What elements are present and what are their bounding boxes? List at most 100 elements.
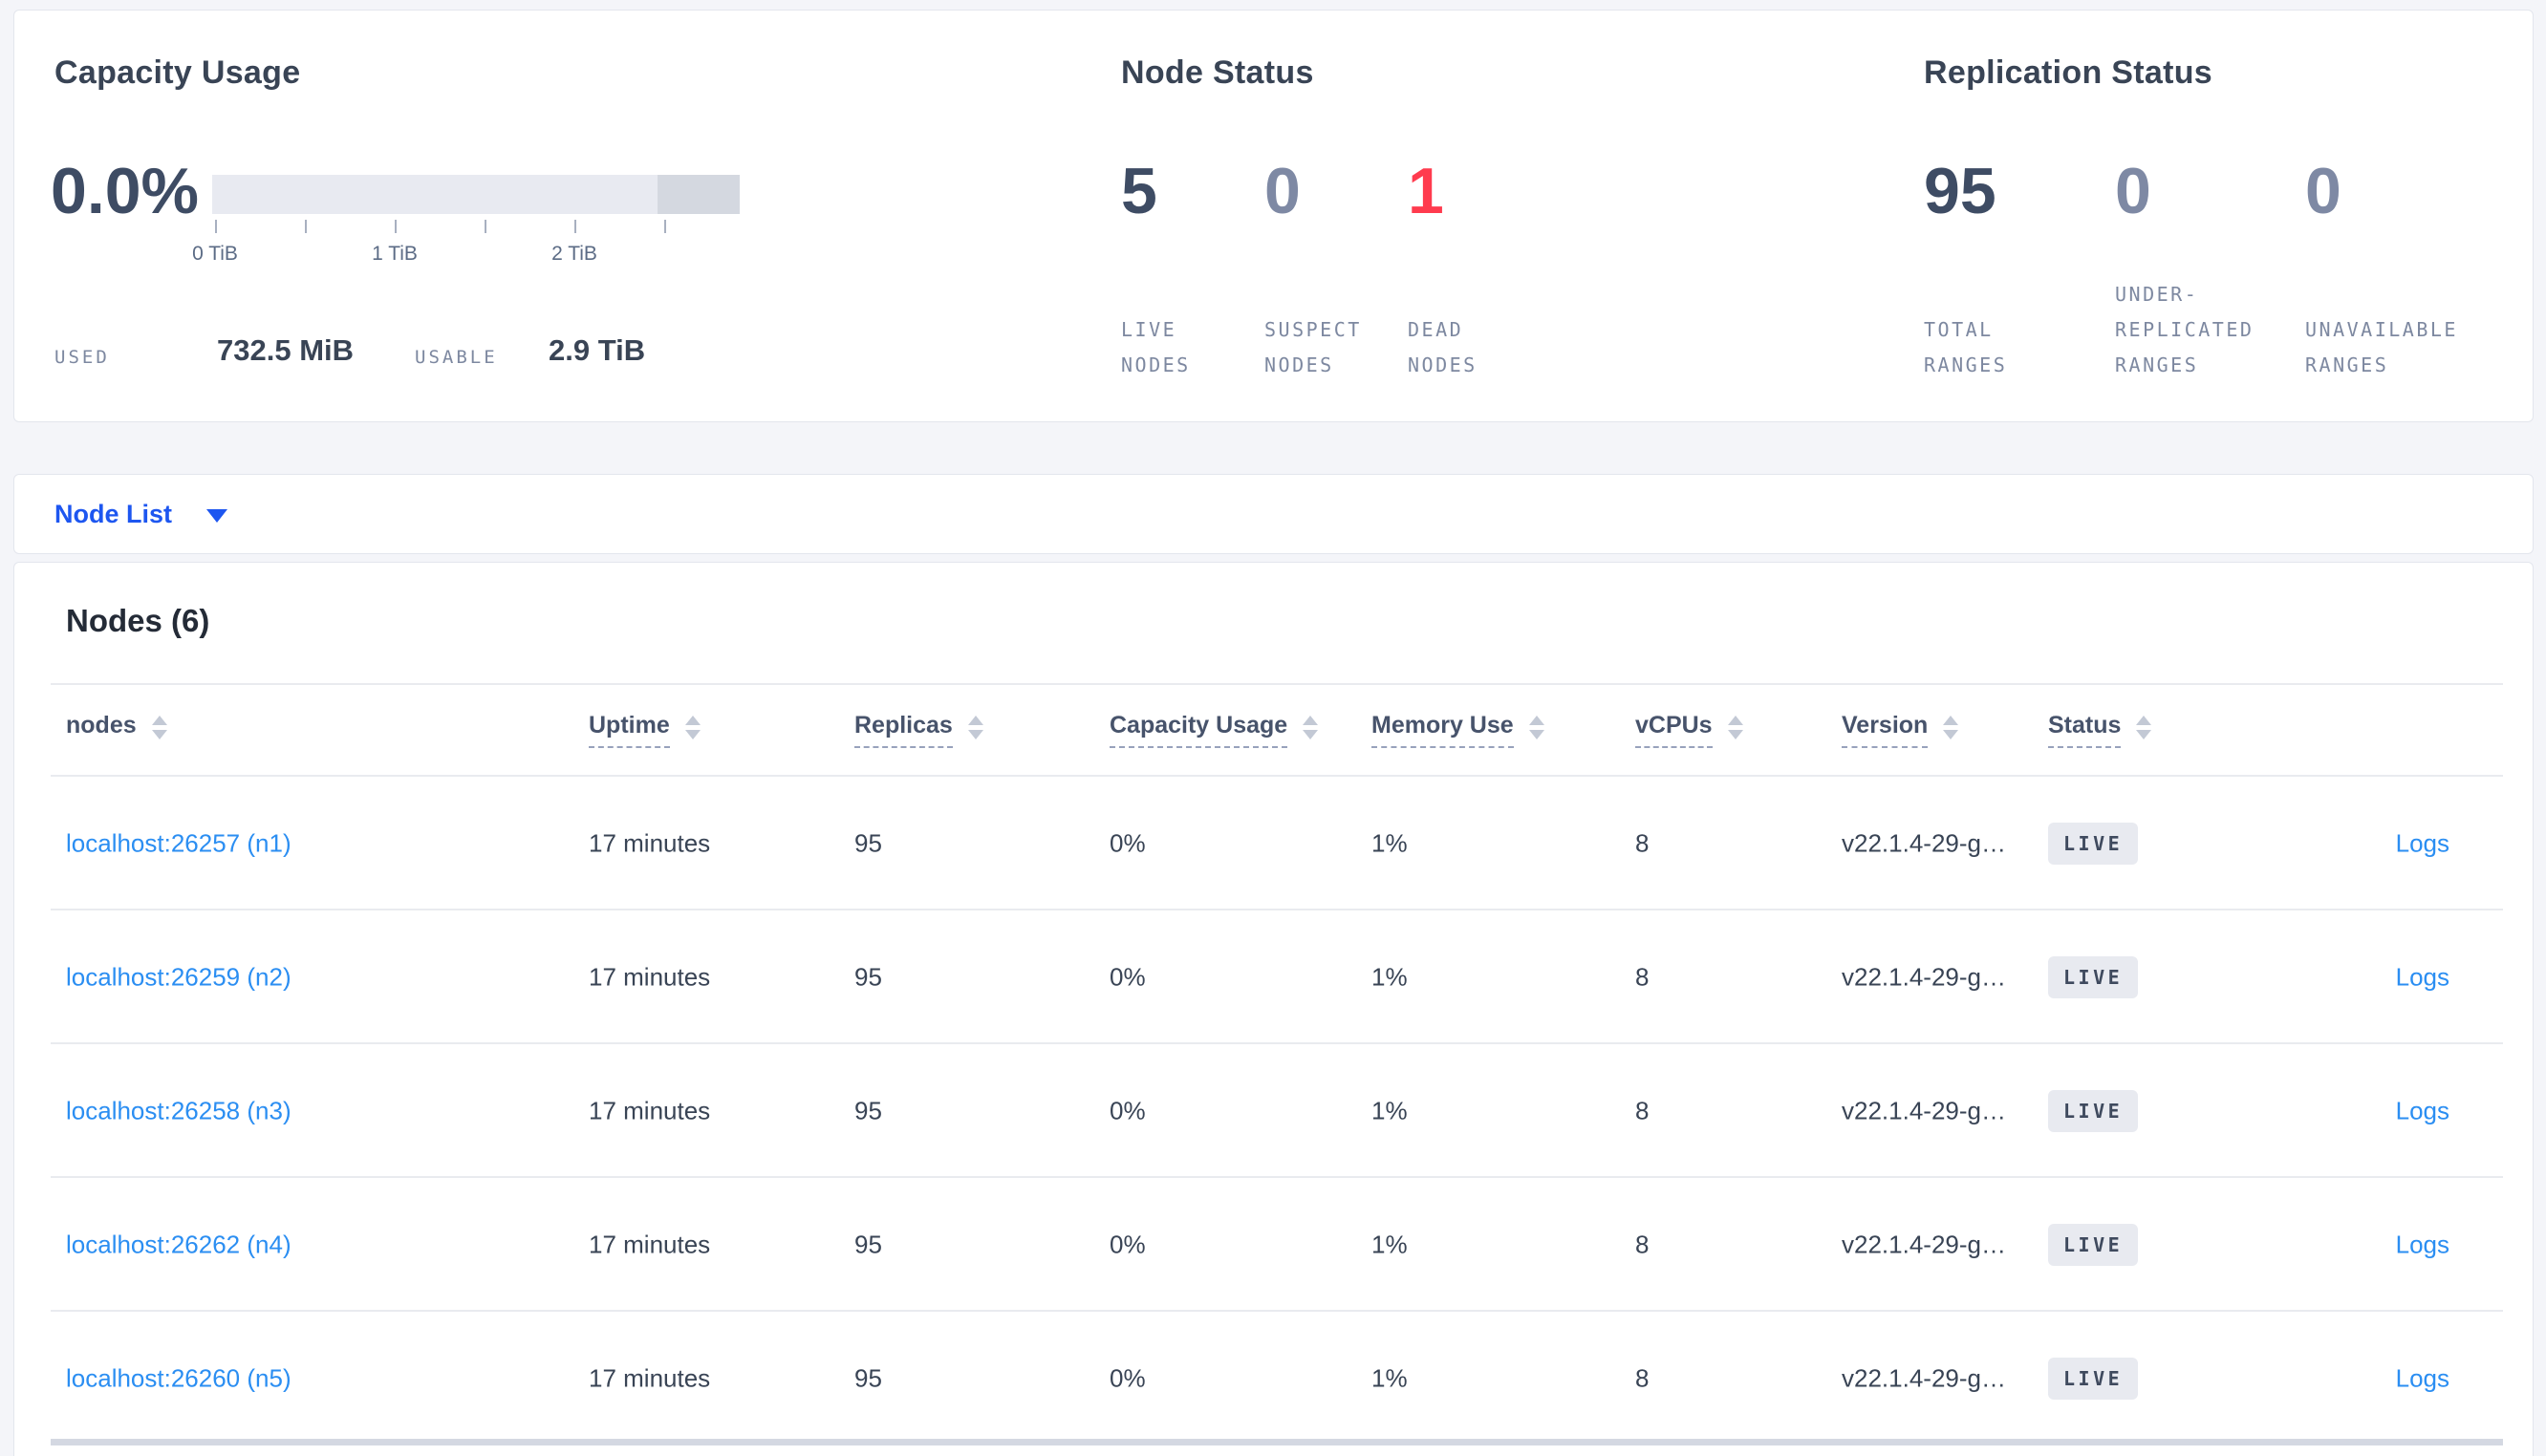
status-badge: LIVE (2048, 956, 2139, 998)
column-header-label: Version (1842, 712, 1929, 748)
column-header-label: Uptime (589, 712, 670, 748)
uptime-cell: 17 minutes (589, 1096, 711, 1125)
usable-label: USABLE (415, 347, 498, 368)
stat-label: SUSPECT NODES (1264, 318, 1362, 376)
capacity-usage-title: Capacity Usage (54, 54, 301, 91)
column-header-memory[interactable]: Memory Use (1371, 685, 1544, 775)
status-badge: LIVE (2048, 1358, 2139, 1400)
capacity-bar-chart (212, 175, 740, 214)
axis-tick-label: 1 TiB (372, 243, 418, 265)
column-header-vcpus[interactable]: vCPUs (1635, 685, 1743, 775)
table-row: localhost:26258 (n3) 17 minutes 95 0% 1% 8 v22… (14, 1044, 2533, 1178)
memory-cell: 1% (1371, 1363, 1408, 1393)
axis-tick-label: 0 TiB (192, 243, 238, 265)
table-body: localhost:26257 (n1) 17 minutes 95 0% 1% 8 v22… (14, 777, 2533, 1445)
memory-cell: 1% (1371, 828, 1408, 858)
version-cell: v22.1.4-29-g… (1842, 1363, 2006, 1393)
stat-label: UNAVAILABLE RANGES (2305, 318, 2458, 376)
column-header-uptime[interactable]: Uptime (589, 685, 701, 775)
column-header-label: Memory Use (1371, 712, 1514, 748)
stat-label: LIVE NODES (1121, 318, 1191, 376)
usable-value: 2.9 TiB (549, 333, 646, 367)
vcpus-cell: 8 (1635, 1096, 1650, 1125)
sort-ascending-icon (2136, 716, 2152, 725)
column-header-label: vCPUs (1635, 712, 1713, 748)
logs-link[interactable]: Logs (2396, 963, 2449, 993)
node-link[interactable]: localhost:26262 (n4) (66, 1231, 291, 1260)
node-link[interactable]: localhost:26260 (n5) (66, 1364, 291, 1394)
stat-label: UNDER- REPLICATED RANGES (2115, 283, 2255, 376)
capacity-cell: 0% (1110, 828, 1146, 858)
replicas-cell: 95 (854, 1096, 882, 1125)
node-link[interactable]: localhost:26257 (n1) (66, 829, 291, 859)
table-row: localhost:26262 (n4) 17 minutes 95 0% 1% 8 v22… (14, 1178, 2533, 1312)
replicas-cell: 95 (854, 828, 882, 858)
sort-icon (2136, 716, 2152, 744)
sort-icon (151, 716, 167, 744)
stat-value: 0 (2115, 155, 2151, 227)
logs-link[interactable]: Logs (2396, 1097, 2449, 1126)
sort-descending-icon (1727, 730, 1743, 739)
sort-icon (1528, 716, 1544, 744)
chevron-down-icon (206, 509, 228, 523)
memory-cell: 1% (1371, 1230, 1408, 1259)
capacity-cell: 0% (1110, 962, 1146, 992)
version-cell: v22.1.4-29-g… (1842, 1096, 2006, 1125)
replicas-cell: 95 (854, 1363, 882, 1393)
capacity-used-percent: 0.0% (51, 155, 199, 227)
logs-link[interactable]: Logs (2396, 1231, 2449, 1260)
stat-value: 1 (1408, 155, 1444, 227)
column-header-nodes[interactable]: nodes (66, 685, 167, 775)
vcpus-cell: 8 (1635, 828, 1650, 858)
axis-tick (395, 220, 397, 233)
status-cell: LIVE (2048, 823, 2139, 865)
node-list-dropdown-label: Node List (54, 499, 173, 528)
cluster-summary-card: Capacity Usage Node Status Replication S… (13, 10, 2534, 422)
logs-link[interactable]: Logs (2396, 829, 2449, 859)
node-status-title: Node Status (1121, 54, 1314, 91)
capacity-bar-ticks: 0 TiB 1 TiB 2 TiB (192, 220, 766, 287)
sort-icon (684, 716, 701, 744)
node-link[interactable]: localhost:26259 (n2) (66, 963, 291, 993)
version-cell: v22.1.4-29-g… (1842, 962, 2006, 992)
sort-descending-icon (1528, 730, 1544, 739)
sort-descending-icon (1943, 730, 1959, 739)
sort-ascending-icon (151, 716, 167, 725)
sort-descending-icon (684, 730, 701, 739)
capacity-cell: 0% (1110, 1230, 1146, 1259)
version-cell: v22.1.4-29-g… (1842, 1230, 2006, 1259)
sort-ascending-icon (967, 716, 983, 725)
column-header-status[interactable]: Status (2048, 685, 2152, 775)
capacity-cell: 0% (1110, 1096, 1146, 1125)
column-header-label: nodes (66, 712, 137, 739)
vcpus-cell: 8 (1635, 1230, 1650, 1259)
table-header-row: nodes Uptime Replicas Capacity Usage Memory … (14, 685, 2533, 775)
sort-ascending-icon (684, 716, 701, 725)
column-header-label: Status (2048, 712, 2122, 748)
sort-descending-icon (1303, 730, 1319, 739)
column-header-capacity[interactable]: Capacity Usage (1110, 685, 1319, 775)
status-badge: LIVE (2048, 823, 2139, 865)
status-badge: LIVE (2048, 1224, 2139, 1266)
stat-value: 5 (1121, 155, 1157, 227)
status-badge: LIVE (2048, 1090, 2139, 1132)
uptime-cell: 17 minutes (589, 1363, 711, 1393)
node-list-dropdown[interactable]: Node List (54, 499, 228, 529)
column-header-version[interactable]: Version (1842, 685, 1959, 775)
status-cell: LIVE (2048, 1224, 2139, 1266)
table-row: localhost:26259 (n2) 17 minutes 95 0% 1% 8 v22… (14, 910, 2533, 1044)
status-cell: LIVE (2048, 1358, 2139, 1400)
replicas-cell: 95 (854, 1230, 882, 1259)
stat-label: DEAD NODES (1408, 318, 1478, 376)
logs-link[interactable]: Logs (2396, 1364, 2449, 1394)
replicas-cell: 95 (854, 962, 882, 992)
table-row: localhost:26257 (n1) 17 minutes 95 0% 1% 8 v22… (14, 777, 2533, 910)
stat-value: 0 (1264, 155, 1301, 227)
sort-ascending-icon (1528, 716, 1544, 725)
nodes-table-card: Nodes (6) nodes Uptime Replicas Capacity Us… (13, 562, 2534, 1456)
node-link[interactable]: localhost:26258 (n3) (66, 1097, 291, 1126)
memory-cell: 1% (1371, 1096, 1408, 1125)
sort-descending-icon (967, 730, 983, 739)
table-row: localhost:26260 (n5) 17 minutes 95 0% 1% 8 v22… (14, 1312, 2533, 1445)
column-header-replicas[interactable]: Replicas (854, 685, 983, 775)
